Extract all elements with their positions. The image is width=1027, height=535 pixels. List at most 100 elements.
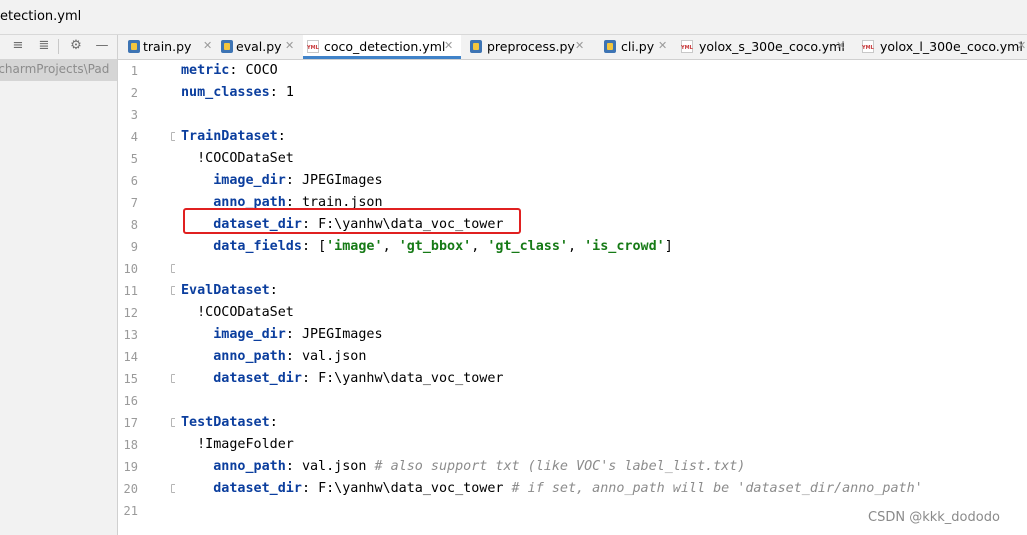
yaml-tag: !ImageFolder xyxy=(197,437,294,452)
line-number: 12 xyxy=(123,306,138,320)
tab-cli-py[interactable]: cli.py ✕ xyxy=(604,35,676,59)
yaml-key: EvalDataset xyxy=(181,283,270,298)
code-line: TestDataset: xyxy=(181,412,1027,434)
gear-icon[interactable]: ⚙ xyxy=(67,37,85,55)
yaml-tag: !COCODataSet xyxy=(197,305,294,320)
line-number: 2 xyxy=(130,86,138,100)
line-number: 4 xyxy=(130,130,138,144)
yaml-value: 1 xyxy=(285,85,294,100)
yaml-key: dataset_dir xyxy=(213,481,302,496)
yaml-separator: : xyxy=(229,63,246,78)
list-open: [ xyxy=(318,239,327,254)
list-item: 'is_crowd' xyxy=(584,239,665,254)
code-line: TrainDataset: xyxy=(181,126,1027,148)
yaml-separator: : xyxy=(285,349,302,364)
python-file-icon xyxy=(604,40,616,53)
toolbar-divider xyxy=(58,39,59,54)
yaml-separator: : xyxy=(285,459,302,474)
code-line: num_classes: 1 xyxy=(181,82,1027,104)
close-icon[interactable]: ✕ xyxy=(203,39,212,52)
code-line: anno_path: val.json # also support txt (… xyxy=(181,456,1027,478)
code-comment: # also support txt (like VOC's label_lis… xyxy=(366,459,746,474)
project-path-row[interactable]: PycharmProjects\Pad xyxy=(0,59,117,81)
code-line: !COCODataSet xyxy=(181,302,1027,324)
line-number: 20 xyxy=(123,482,138,496)
close-icon[interactable]: ✕ xyxy=(444,39,453,52)
yml-file-icon xyxy=(681,40,693,53)
yaml-separator: : xyxy=(301,481,319,496)
python-file-icon xyxy=(470,40,482,53)
code-comment: # if set, anno_path will be 'dataset_dir… xyxy=(503,481,923,496)
close-icon[interactable]: ✕ xyxy=(575,39,584,52)
code-line: dataset_dir: F:\yanhw\data_voc_tower xyxy=(181,368,1027,390)
line-number: 19 xyxy=(123,460,138,474)
code-line: !COCODataSet xyxy=(181,148,1027,170)
yaml-key: image_dir xyxy=(213,327,286,342)
yaml-key: num_classes xyxy=(181,85,270,100)
yaml-value: F:\yanhw\data_voc_tower xyxy=(318,481,504,496)
title-bar: etection.yml xyxy=(0,0,1027,35)
line-number: 1 xyxy=(130,64,138,78)
code-line: image_dir: JPEGImages xyxy=(181,170,1027,192)
close-icon[interactable]: ✕ xyxy=(285,39,294,52)
tab-label: yolox_l_300e_coco.yml xyxy=(880,39,1023,54)
close-icon[interactable]: ✕ xyxy=(658,39,667,52)
window-title: etection.yml xyxy=(0,9,82,24)
code-line: image_dir: JPEGImages xyxy=(181,324,1027,346)
line-number: 13 xyxy=(123,328,138,342)
yaml-separator: : xyxy=(285,173,302,188)
line-number: 9 xyxy=(130,240,138,254)
yaml-separator: : xyxy=(301,239,319,254)
tab-eval-py[interactable]: eval.py ✕ xyxy=(221,35,299,59)
list-close: ] xyxy=(664,239,673,254)
yml-file-icon xyxy=(862,40,874,53)
yaml-key: metric xyxy=(181,63,230,78)
line-number: 18 xyxy=(123,438,138,452)
yaml-key: anno_path xyxy=(213,459,286,474)
line-number: 10 xyxy=(123,262,138,276)
tab-label: preprocess.py xyxy=(487,39,575,54)
line-number: 5 xyxy=(130,152,138,166)
close-icon[interactable]: ✕ xyxy=(1017,39,1026,52)
watermark: CSDN @kkk_dododo xyxy=(868,510,1000,525)
tab-preprocess-py[interactable]: preprocess.py ✕ xyxy=(470,35,588,59)
project-path: PycharmProjects\Pad xyxy=(0,62,110,76)
highlight-annotation-box xyxy=(183,208,521,234)
yml-file-icon xyxy=(307,40,319,53)
line-number: 15 xyxy=(123,372,138,386)
tab-label: eval.py xyxy=(236,39,282,54)
yaml-value: COCO xyxy=(245,63,278,78)
tab-yolox-l-yml[interactable]: yolox_l_300e_coco.yml ✕ xyxy=(862,35,1027,59)
yaml-key: dataset_dir xyxy=(213,371,302,386)
yaml-key: TrainDataset xyxy=(181,129,278,144)
expand-all-icon[interactable]: ≡ xyxy=(9,37,27,55)
list-separator: , xyxy=(471,239,488,254)
collapse-all-icon[interactable]: ≣ xyxy=(35,37,53,55)
yaml-key: TestDataset xyxy=(181,415,270,430)
line-number: 16 xyxy=(123,394,138,408)
code-editor[interactable]: metric: COCO num_classes: 1 TrainDataset: … xyxy=(175,60,1027,535)
line-number: 14 xyxy=(123,350,138,364)
line-number: 3 xyxy=(130,108,138,122)
tab-label: cli.py xyxy=(621,39,655,54)
yaml-key: data_fields xyxy=(213,239,302,254)
list-item: 'image' xyxy=(326,239,383,254)
tab-yolox-s-yml[interactable]: yolox_s_300e_coco.yml ✕ xyxy=(681,35,851,59)
yaml-value: val.json xyxy=(301,349,367,364)
close-icon[interactable]: ✕ xyxy=(836,39,845,52)
code-line: EvalDataset: xyxy=(181,280,1027,302)
code-line: !ImageFolder xyxy=(181,434,1027,456)
tab-train-py[interactable]: train.py ✕ xyxy=(128,35,214,59)
yaml-tag: !COCODataSet xyxy=(197,151,294,166)
tab-coco-detection-yml[interactable]: coco_detection.yml ✕ xyxy=(303,35,461,59)
hide-panel-icon[interactable]: — xyxy=(93,37,111,55)
